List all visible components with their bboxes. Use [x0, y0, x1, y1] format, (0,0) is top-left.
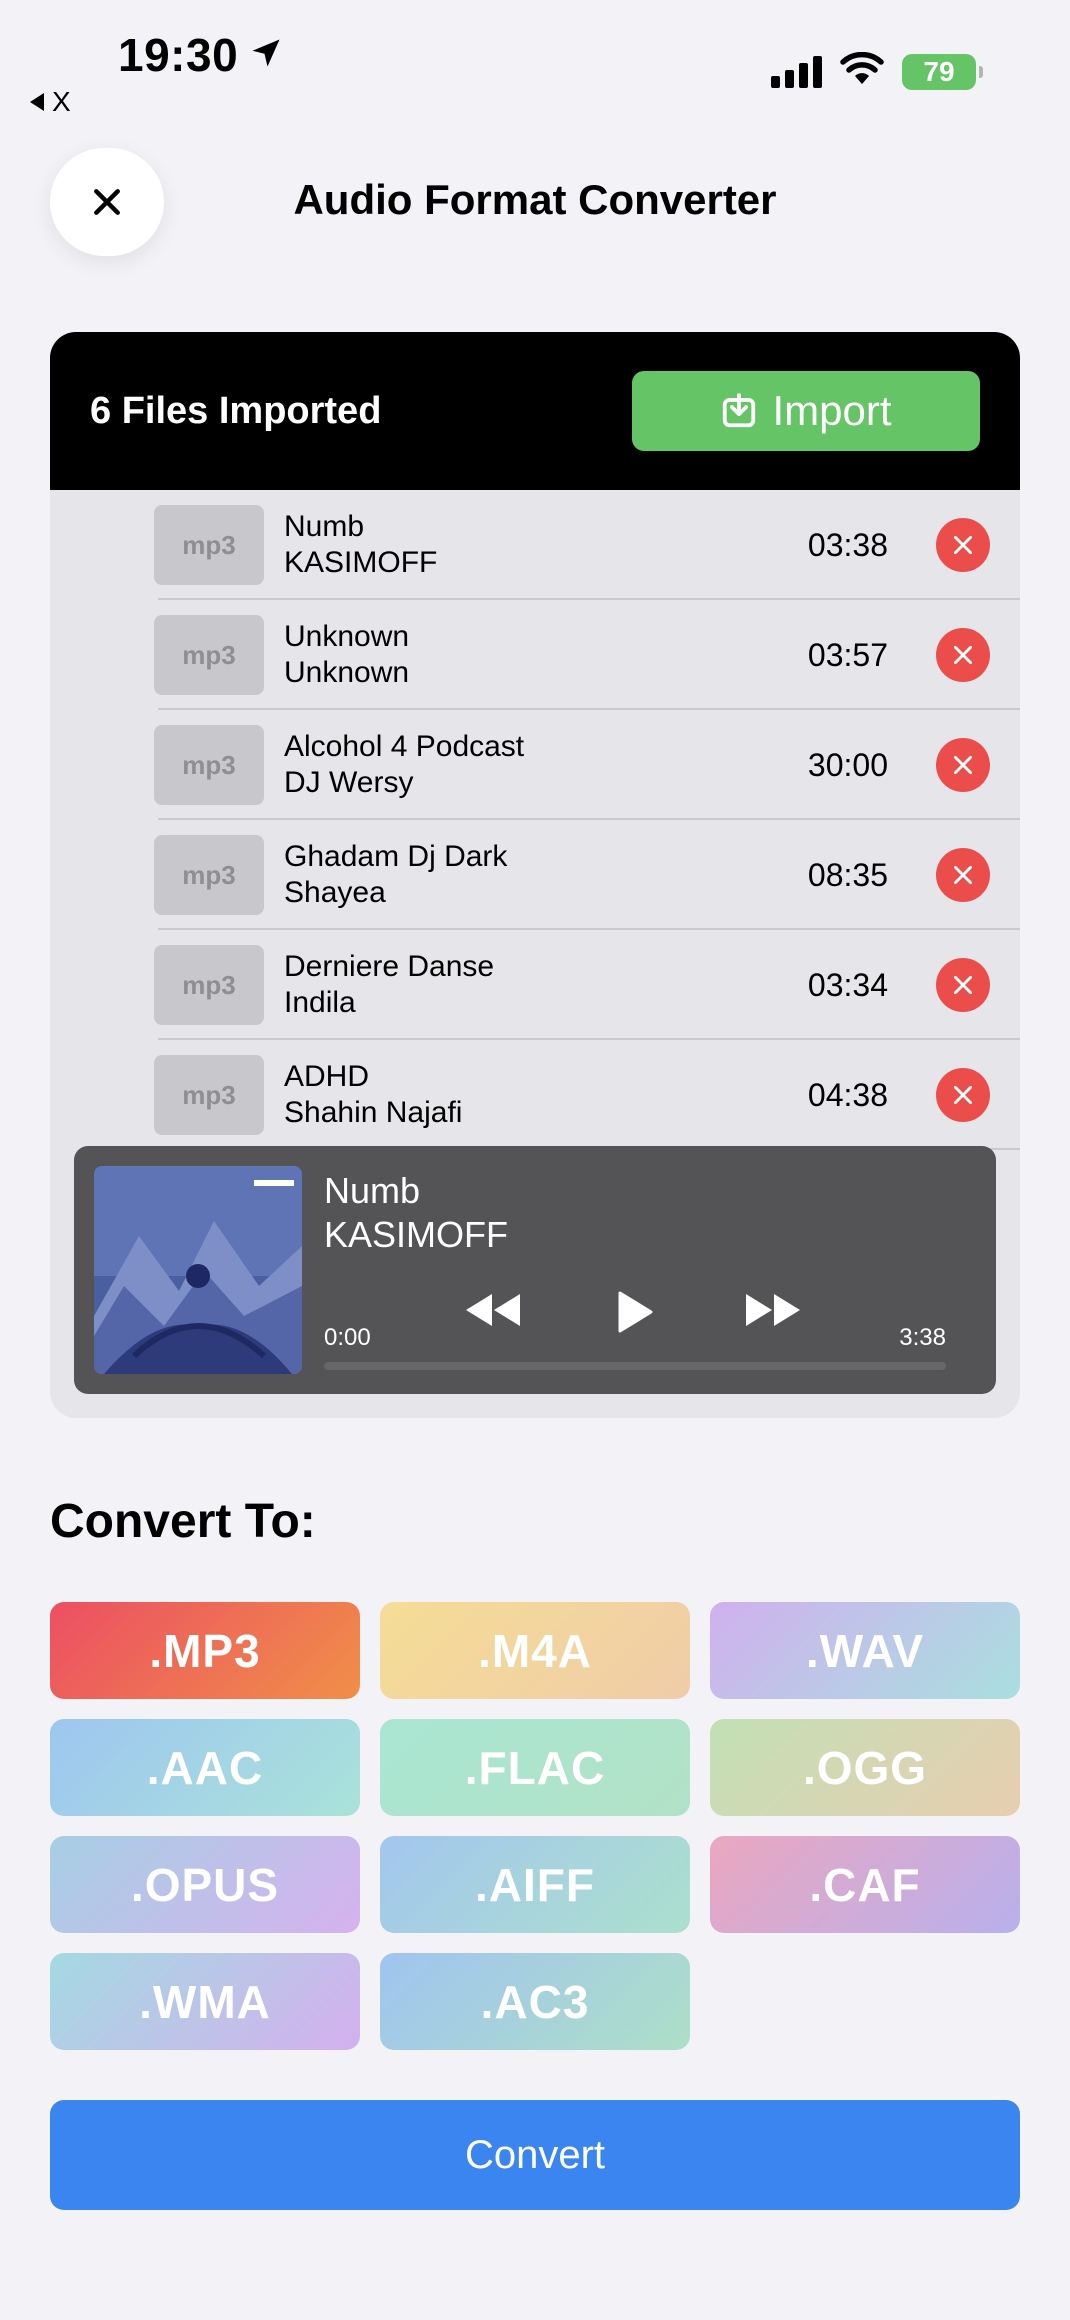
file-meta: Ghadam Dj Dark Shayea [284, 839, 788, 911]
status-time-text: 19:30 [118, 29, 239, 81]
status-indicators: 79 [771, 51, 983, 91]
play-icon [618, 1291, 653, 1333]
rewind-icon [466, 1294, 520, 1326]
format-option-wav[interactable]: .WAV [710, 1602, 1020, 1699]
close-icon [954, 976, 972, 994]
back-to-app-button[interactable]: X [30, 86, 71, 118]
wifi-icon [840, 51, 884, 91]
file-duration: 03:57 [807, 636, 888, 673]
remove-file-button[interactable] [936, 1068, 990, 1122]
play-button[interactable] [614, 1290, 654, 1334]
file-meta: Unknown Unknown [284, 619, 788, 691]
format-option-flac[interactable]: .FLAC [380, 1719, 690, 1816]
file-artist: Shahin Najafi [284, 1096, 463, 1129]
remove-file-button[interactable] [936, 628, 990, 682]
file-duration: 04:38 [807, 1076, 888, 1113]
file-list: mp3 Numb KASIMOFF 03:38 mp3 Unknown Unkn… [50, 490, 1020, 1150]
file-title: Derniere Danse [284, 950, 495, 983]
convert-button[interactable]: Convert [50, 2100, 1020, 2210]
file-title: Unknown [284, 620, 410, 653]
file-duration: 03:38 [807, 526, 888, 563]
now-playing-player: Numb KASIMOFF 0:00 3:38 [74, 1146, 996, 1394]
import-label: Import [772, 387, 892, 434]
format-option-ac3[interactable]: .AC3 [380, 1953, 690, 2050]
close-icon [954, 1086, 972, 1104]
files-header: 6 Files Imported Import [50, 332, 1020, 490]
file-format-badge: mp3 [154, 725, 264, 805]
status-time: 19:30 [118, 28, 284, 82]
rewind-button[interactable] [462, 1290, 524, 1330]
format-option-wma[interactable]: .WMA [50, 1953, 360, 2050]
back-triangle-icon [30, 93, 44, 111]
file-format-badge: mp3 [154, 1055, 264, 1135]
close-icon [954, 646, 972, 664]
close-icon [954, 756, 972, 774]
format-option-opus[interactable]: .OPUS [50, 1836, 360, 1933]
file-artist: KASIMOFF [284, 546, 438, 579]
elapsed-time: 0:00 [324, 1324, 371, 1351]
remove-file-button[interactable] [936, 738, 990, 792]
remove-file-button[interactable] [936, 848, 990, 902]
cellular-signal-icon [771, 55, 822, 88]
import-icon [723, 393, 756, 428]
file-meta: ADHD Shahin Najafi [284, 1059, 788, 1131]
file-row[interactable]: mp3 Alcohol 4 Podcast DJ Wersy 30:00 [50, 710, 1020, 820]
format-option-aiff[interactable]: .AIFF [380, 1836, 690, 1933]
file-duration: 08:35 [807, 856, 888, 893]
format-option-mp3[interactable]: .MP3 [50, 1602, 360, 1699]
file-meta: Numb KASIMOFF [284, 509, 788, 581]
file-artist: Indila [284, 986, 356, 1019]
file-artist: Unknown [284, 656, 410, 689]
file-meta: Derniere Danse Indila [284, 949, 788, 1021]
file-artist: Shayea [284, 876, 386, 909]
format-option-aac[interactable]: .AAC [50, 1719, 360, 1816]
album-artwork [94, 1166, 302, 1374]
page-title: Audio Format Converter [293, 176, 777, 223]
convert-to-label: Convert To: [50, 1495, 316, 1548]
now-playing-artist: KASIMOFF [324, 1214, 509, 1255]
format-option-caf[interactable]: .CAF [710, 1836, 1020, 1933]
battery-icon: 79 [902, 53, 983, 90]
fast-forward-button[interactable] [742, 1290, 804, 1330]
location-arrow-icon [248, 28, 284, 82]
file-duration: 03:34 [807, 966, 888, 1003]
file-format-badge: mp3 [154, 835, 264, 915]
file-title: Alcohol 4 Podcast [284, 730, 525, 763]
remove-file-button[interactable] [936, 518, 990, 572]
battery-level: 79 [923, 55, 955, 87]
file-artist: DJ Wersy [284, 766, 414, 799]
files-count: 6 Files Imported [90, 389, 382, 432]
back-app-label: X [52, 86, 71, 117]
playback-progress-slider[interactable] [324, 1362, 946, 1370]
close-icon [954, 866, 972, 884]
file-format-badge: mp3 [154, 505, 264, 585]
file-title: ADHD [284, 1060, 370, 1093]
file-row[interactable]: mp3 Numb KASIMOFF 03:38 [50, 490, 1020, 600]
file-format-badge: mp3 [154, 615, 264, 695]
format-option-ogg[interactable]: .OGG [710, 1719, 1020, 1816]
total-time: 3:38 [899, 1324, 946, 1351]
close-icon [954, 536, 972, 554]
remove-file-button[interactable] [936, 958, 990, 1012]
file-duration: 30:00 [807, 746, 888, 783]
file-row[interactable]: mp3 ADHD Shahin Najafi 04:38 [50, 1040, 1020, 1150]
file-meta: Alcohol 4 Podcast DJ Wersy [284, 729, 788, 801]
fast-forward-icon [746, 1294, 800, 1326]
file-row[interactable]: mp3 Derniere Danse Indila 03:34 [50, 930, 1020, 1040]
now-playing-title: Numb [324, 1170, 421, 1211]
format-grid: .MP3 .M4A .WAV .AAC .FLAC .OGG .OPUS .AI… [50, 1602, 1020, 2050]
file-format-badge: mp3 [154, 945, 264, 1025]
file-row[interactable]: mp3 Ghadam Dj Dark Shayea 08:35 [50, 820, 1020, 930]
import-button[interactable]: Import [632, 371, 980, 451]
imported-files-card: 6 Files Imported Import mp3 Numb KASIMOF… [50, 332, 1020, 1418]
file-title: Ghadam Dj Dark [284, 840, 508, 873]
format-option-m4a[interactable]: .M4A [380, 1602, 690, 1699]
file-row[interactable]: mp3 Unknown Unknown 03:57 [50, 600, 1020, 710]
file-title: Numb [284, 510, 365, 543]
